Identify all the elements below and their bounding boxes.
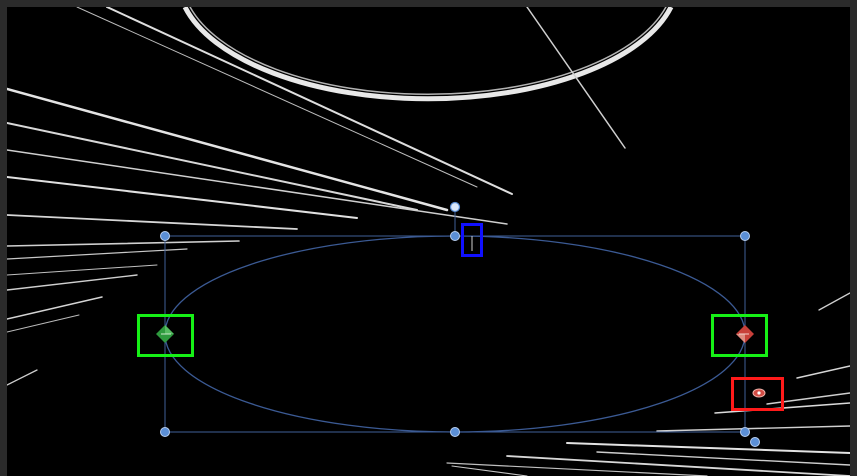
selection-bounding-box: [164, 235, 746, 433]
streak-line: [566, 442, 850, 454]
streak-line: [7, 240, 240, 247]
ring-shape: [182, 7, 674, 102]
handle-corner-bottom-right[interactable]: [740, 427, 750, 437]
streak-line: [7, 248, 188, 260]
transform-handles: [160, 201, 760, 447]
streak-line: [656, 425, 850, 432]
green-diamond-icon[interactable]: [156, 325, 174, 343]
streak-line: [766, 392, 850, 405]
red-diamond-icon[interactable]: [736, 325, 754, 343]
streak-line: [7, 296, 103, 320]
handle-corner-top-left[interactable]: [160, 231, 170, 241]
viewer-canvas[interactable]: [7, 7, 850, 476]
streak-line: [526, 7, 626, 149]
streak-line: [451, 465, 528, 476]
streaks-group: [7, 7, 850, 476]
handle-edge-bottom[interactable]: [450, 427, 460, 437]
handle-corner-bottom-left[interactable]: [160, 427, 170, 437]
streak-line: [7, 369, 38, 386]
streak-line: [7, 149, 508, 225]
handle-extra-bottom-right[interactable]: [750, 437, 760, 447]
canvas-viewer: [0, 0, 857, 476]
handle-edge-top[interactable]: [450, 231, 460, 241]
streak-line: [796, 365, 850, 379]
streak-line: [506, 455, 850, 476]
streak-line: [7, 87, 449, 212]
ellipse-shape[interactable]: [164, 235, 746, 433]
handle-rotation[interactable]: [449, 201, 461, 213]
streak-line: [7, 274, 138, 291]
streak-line: [818, 292, 850, 311]
streak-line: [7, 264, 158, 276]
streak-line: [7, 314, 80, 333]
eye-icon[interactable]: [752, 388, 766, 398]
handle-corner-top-right[interactable]: [740, 231, 750, 241]
streak-line: [7, 214, 298, 230]
streak-line: [7, 176, 358, 219]
streak-line: [7, 122, 418, 211]
ring-inner-highlight: [189, 7, 667, 95]
